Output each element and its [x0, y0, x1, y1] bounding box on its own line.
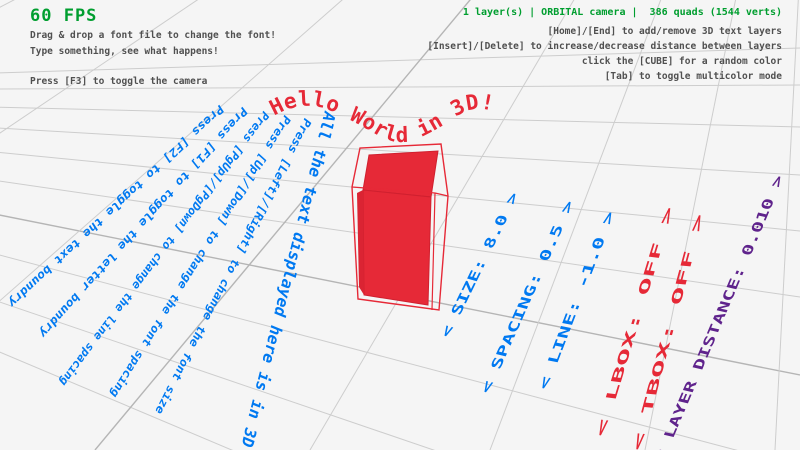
fps-counter: 60 FPS [30, 6, 97, 26]
hint-toggle-camera: Press [F3] to toggle the camera [30, 76, 207, 87]
hint-type-something: Type something, see what happens! [30, 46, 219, 57]
param-tbox: < TBOX: OFF > [629, 213, 708, 450]
cube-front-face [363, 190, 431, 305]
hint-multicolor-mode: [Tab] to toggle multicolor mode [605, 71, 782, 82]
cube[interactable] [352, 144, 448, 310]
cube-left-face [357, 190, 364, 295]
hint-drag-drop-font: Drag & drop a font file to change the fo… [30, 30, 276, 41]
status-bar: 1 layer(s) | ORBITAL camera | 386 quads … [463, 7, 782, 18]
hint-cube-random-color: click the [CUBE] for a random color [582, 56, 782, 67]
scene-3d-viewport: Press [F2] to toggle the text boundry Pr… [0, 0, 800, 450]
hint-layer-distance: [Insert]/[Delete] to increase/decrease d… [427, 41, 782, 52]
params-3d-group: < SIZE: 8.0 > < SPACING: 0.5 > < LINE: -… [437, 174, 788, 450]
hint-add-remove-layers: [Home]/[End] to add/remove 3D text layer… [548, 26, 783, 37]
app-window: Press [F2] to toggle the text boundry Pr… [0, 0, 800, 450]
